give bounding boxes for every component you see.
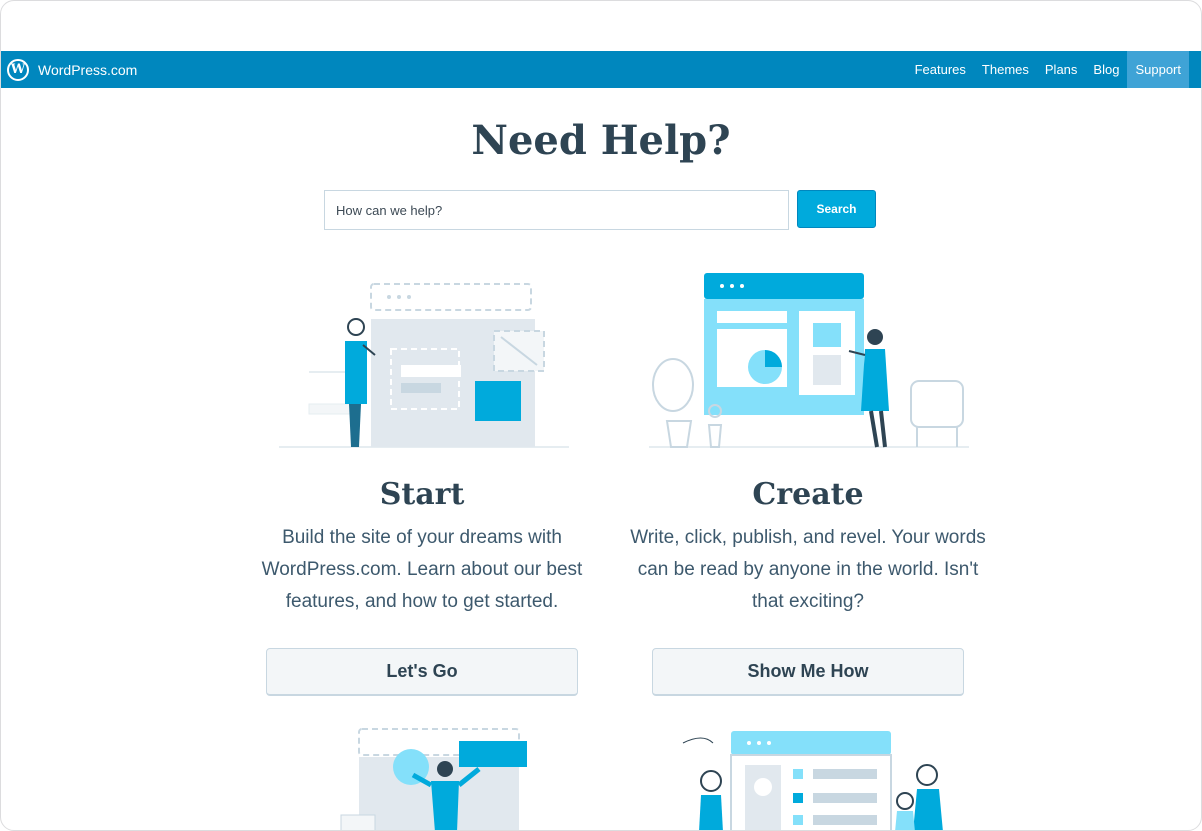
lower-left-illustration	[340, 728, 527, 830]
create-description: Write, click, publish, and revel. Your w…	[630, 527, 986, 612]
page-title: Need Help?	[471, 117, 731, 164]
start-illustration	[279, 283, 569, 448]
nav-item-plans[interactable]: Plans	[1037, 51, 1086, 88]
start-description: Build the site of your dreams with WordP…	[261, 527, 583, 612]
show-me-how-button[interactable]: Show Me How	[652, 648, 964, 696]
start-title: Start	[379, 477, 465, 512]
nav-item-support[interactable]: Support	[1127, 51, 1189, 88]
lower-right-illustration	[682, 731, 943, 830]
lets-go-button[interactable]: Let's Go	[266, 648, 578, 696]
masterbar: W WordPress.com Features Themes Plans Bl…	[1, 51, 1201, 88]
nav-item-features[interactable]: Features	[907, 51, 974, 88]
create-illustration	[649, 273, 969, 448]
browser-frame: W WordPress.com Features Themes Plans Bl…	[0, 0, 1202, 831]
nav-item-themes[interactable]: Themes	[974, 51, 1037, 88]
search-button[interactable]: Search	[797, 190, 876, 228]
wordpress-logo-icon: W	[7, 58, 29, 81]
nav-item-blog[interactable]: Blog	[1085, 51, 1127, 88]
brand-name: WordPress.com	[38, 61, 138, 78]
search-input[interactable]	[324, 190, 789, 230]
create-title: Create	[752, 477, 864, 512]
top-nav: Features Themes Plans Blog Support	[907, 51, 1189, 88]
brand-link[interactable]: W WordPress.com	[1, 51, 137, 88]
